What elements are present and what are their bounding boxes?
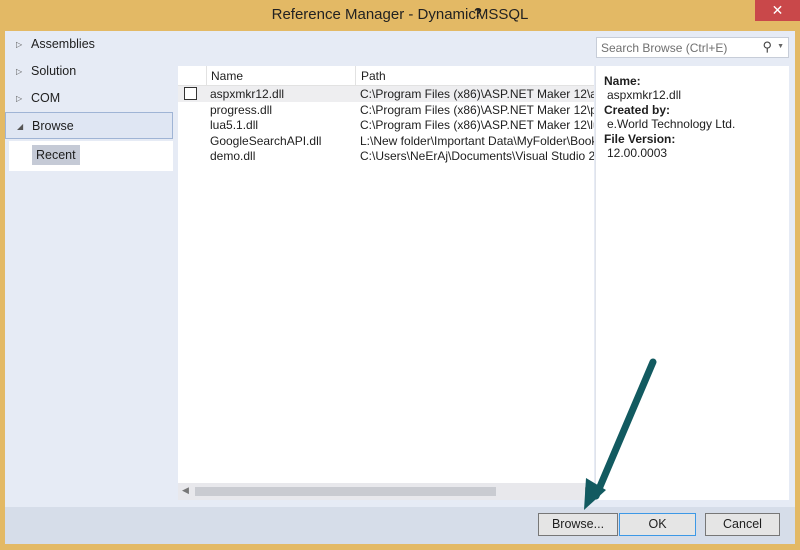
annotation-arrow [584,358,657,510]
